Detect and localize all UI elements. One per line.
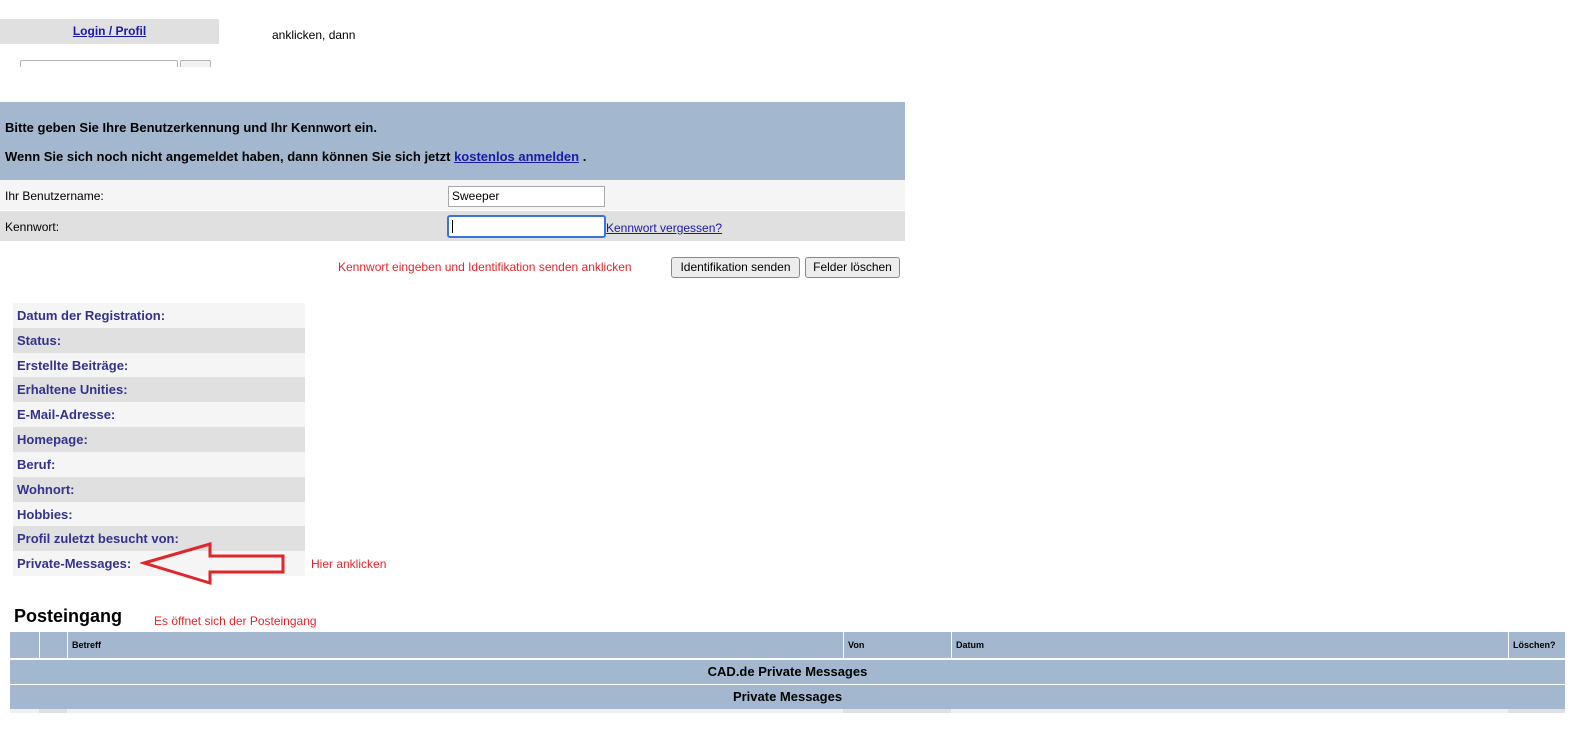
send-identification-button[interactable]: Identifikation senden [671,257,800,278]
password-label: Kennwort: [5,220,60,234]
profile-row-status: Status: [13,328,305,353]
annotation-inbox-hint: Es öffnet sich der Posteingang [154,614,317,628]
profile-field-label: Hobbies: [17,507,73,522]
profile-row-residence: Wohnort: [13,477,305,502]
profile-field-label: Wohnort: [17,482,75,497]
profile-field-label: E-Mail-Adresse: [17,407,116,422]
profile-row-email: E-Mail-Adresse: [13,402,305,427]
clear-fields-button[interactable]: Felder löschen [805,257,900,278]
column-header-icon [10,632,39,658]
row-cell [1508,709,1565,713]
private-messages-link[interactable]: Private-Messages: [17,556,131,571]
username-input[interactable]: Sweeper [448,186,605,207]
username-label: Ihr Benutzername: [5,189,104,203]
column-header-status [39,632,67,658]
profile-row-posts: Erstellte Beiträge: [13,353,305,378]
column-header-delete: Löschen? [1508,632,1565,658]
inbox-section-banner: CAD.de Private Messages [10,660,1565,684]
column-header-subject[interactable]: Betreff [67,632,843,658]
red-arrow-icon [140,542,285,586]
text-caret [452,220,453,233]
profile-field-label: Erstellte Beiträge: [17,358,129,373]
inbox-header-row: Betreff Von Datum Löschen? [10,632,1565,658]
profile-field-label: Beruf: [17,457,56,472]
profile-row-hobbies: Hobbies: [13,502,305,527]
search-input[interactable] [20,60,178,67]
annotation-click-hint: Hier anklicken [311,557,387,571]
register-hint-suffix: . [582,149,587,164]
forgot-password-link[interactable]: Kennwort vergessen? [606,221,722,235]
profile-field-label: Status: [17,333,62,348]
profile-row-homepage: Homepage: [13,427,305,452]
annotation-instruction: anklicken, dann [272,28,356,42]
profile-field-label: Datum der Registration: [17,308,166,323]
login-panel [0,102,905,180]
profile-row-job: Beruf: [13,452,305,477]
register-hint-text: Wenn Sie sich noch nicht angemeldet habe… [5,149,451,164]
column-header-date[interactable]: Datum [951,632,1508,658]
profile-field-label: Erhaltene Unities: [17,382,128,397]
search-button[interactable] [180,60,211,67]
login-profile-tab[interactable]: Login / Profil [0,19,219,44]
register-hint: Wenn Sie sich noch nicht angemeldet habe… [5,149,586,164]
inbox-subsection-banner: Private Messages [10,685,1565,709]
row-cell [843,709,951,713]
profile-row-registration: Datum der Registration: [13,303,305,328]
login-instruction: Bitte geben Sie Ihre Benutzerkennung und… [5,120,377,135]
profile-field-label: Homepage: [17,432,88,447]
password-input[interactable] [447,215,606,238]
column-header-from[interactable]: Von [843,632,951,658]
inbox-first-row[interactable] [10,709,1565,713]
profile-row-unities: Erhaltene Unities: [13,377,305,402]
annotation-send-hint: Kennwort eingeben und Identifikation sen… [338,260,632,274]
row-cell [39,709,67,713]
login-profile-link[interactable]: Login / Profil [73,24,146,38]
register-link[interactable]: kostenlos anmelden [454,149,579,164]
inbox-title: Posteingang [14,606,123,626]
